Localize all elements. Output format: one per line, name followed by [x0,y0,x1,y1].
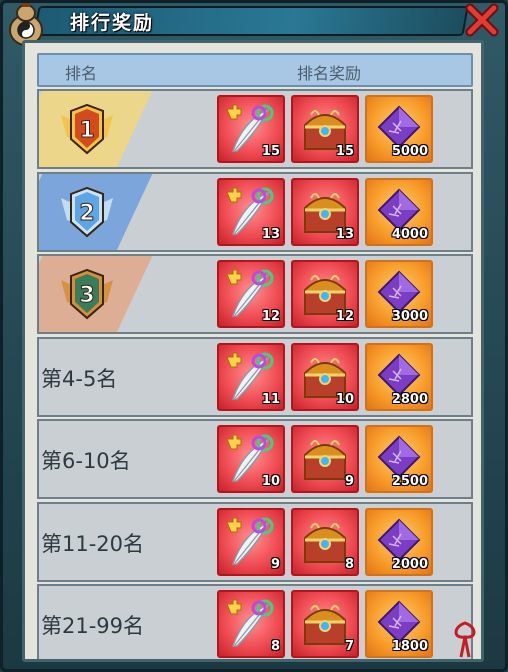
feather-reward-item[interactable]: 10 [217,425,285,493]
item-quantity: 9 [344,474,354,489]
svg-text:1: 1 [79,118,94,143]
item-quantity: 12 [335,309,354,324]
chest-reward-item[interactable]: 15 [291,95,359,163]
window-title: 排行奖励 [70,12,155,34]
item-quantity: 10 [335,391,354,407]
crystal-reward-item[interactable]: 5000 [365,95,433,163]
crystal-reward-item[interactable]: 2500 [365,425,433,493]
rank-label: 第4-5名 [41,366,118,391]
header-reward: 排名奖励 [297,64,362,83]
feather-reward-item[interactable]: 15 [217,95,285,163]
table-row: 第11-20名 9 8 2000 [37,501,473,582]
table-row: 第4-5名 11 10 2800 [37,336,473,417]
table-header: 排名 排名奖励 [37,53,473,87]
item-quantity: 2000 [391,556,428,572]
header-rank: 排名 [65,64,98,83]
item-quantity: 12 [261,309,280,324]
feather-reward-item[interactable]: 13 [217,177,285,246]
chest-reward-item[interactable]: 8 [291,507,359,576]
item-quantity: 15 [335,144,354,159]
svg-text:2: 2 [79,201,94,226]
rank-1-badge-icon: 1 [61,103,113,155]
chest-reward-item[interactable]: 7 [291,590,359,658]
knot-icon [454,621,476,658]
item-quantity: 2800 [391,391,428,407]
close-icon[interactable] [464,2,500,38]
item-quantity: 1800 [391,639,428,654]
item-quantity: 11 [261,391,280,407]
table-row: 3 12 12 3000 [37,254,473,334]
rank-3-badge-icon: 3 [61,268,113,320]
chest-reward-item[interactable]: 9 [291,425,359,493]
feather-reward-item[interactable]: 8 [217,590,285,658]
table-row: 第21-99名 8 7 1800 [37,584,473,659]
rank-label: 第21-99名 [41,614,145,638]
crystal-reward-item[interactable]: 2800 [365,342,433,411]
item-quantity: 7 [344,639,354,654]
feather-reward-item[interactable]: 11 [217,342,285,411]
chest-reward-item[interactable]: 13 [291,177,359,246]
feather-reward-item[interactable]: 9 [217,507,285,576]
item-quantity: 15 [261,144,280,159]
item-quantity: 5000 [391,144,428,159]
item-quantity: 13 [261,226,280,242]
crystal-reward-item[interactable]: 3000 [365,260,433,328]
rank-label: 第6-10名 [41,449,131,473]
item-quantity: 2500 [391,474,428,489]
table-row: 1 15 15 5000 [37,89,473,169]
rank-label: 第11-20名 [41,531,145,556]
svg-text:3: 3 [79,283,94,308]
item-quantity: 8 [344,556,354,572]
item-quantity: 13 [335,226,354,242]
item-quantity: 8 [270,639,280,654]
item-quantity: 4000 [391,226,428,242]
crystal-reward-item[interactable]: 2000 [365,507,433,576]
reward-panel: 排名 排名奖励 1 15 15 5000 2 13 13 4000 3 12 1… [22,40,484,662]
chest-reward-item[interactable]: 12 [291,260,359,328]
crystal-reward-item[interactable]: 1800 [365,590,433,658]
feather-reward-item[interactable]: 12 [217,260,285,328]
rank-2-badge-icon: 2 [61,186,113,237]
chest-reward-item[interactable]: 10 [291,342,359,411]
table-row: 2 13 13 4000 [37,171,473,252]
item-quantity: 3000 [391,309,428,324]
item-quantity: 9 [270,556,280,572]
table-row: 第6-10名 10 9 2500 [37,419,473,499]
item-quantity: 10 [261,474,280,489]
crystal-reward-item[interactable]: 4000 [365,177,433,246]
rank-list[interactable]: 1 15 15 5000 2 13 13 4000 3 12 12 3000 第… [37,89,473,659]
